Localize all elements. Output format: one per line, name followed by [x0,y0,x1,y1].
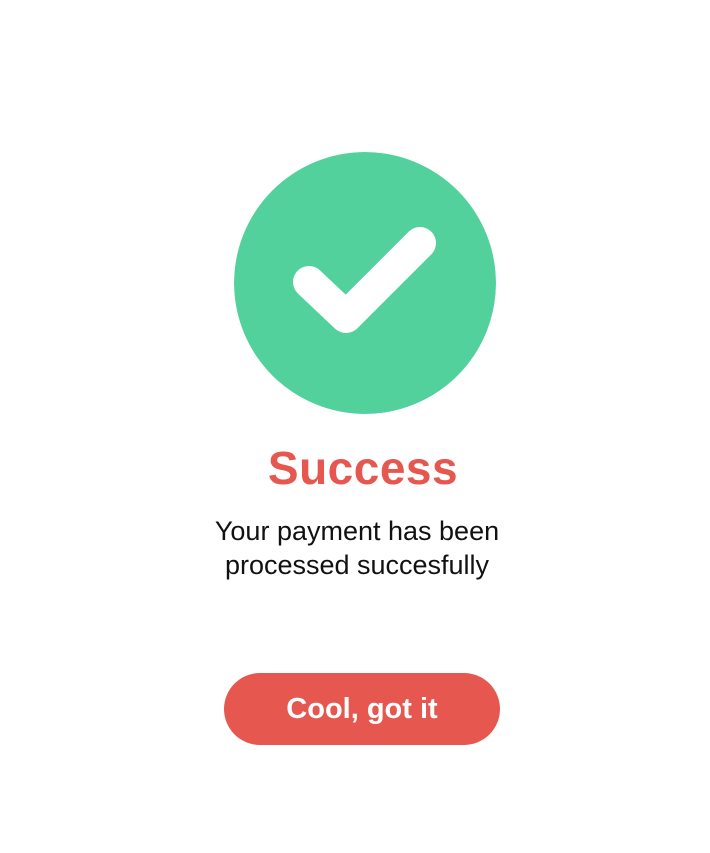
success-title: Success [267,442,459,494]
message-line: Your payment has been [214,516,500,546]
success-dialog: Success Your payment has been processed … [0,0,710,853]
check-circle-icon [234,152,496,414]
confirm-button[interactable]: Cool, got it [224,673,500,745]
message-line: processed succesfully [224,550,490,580]
success-message: Your payment has been processed succesfu… [0,514,710,582]
